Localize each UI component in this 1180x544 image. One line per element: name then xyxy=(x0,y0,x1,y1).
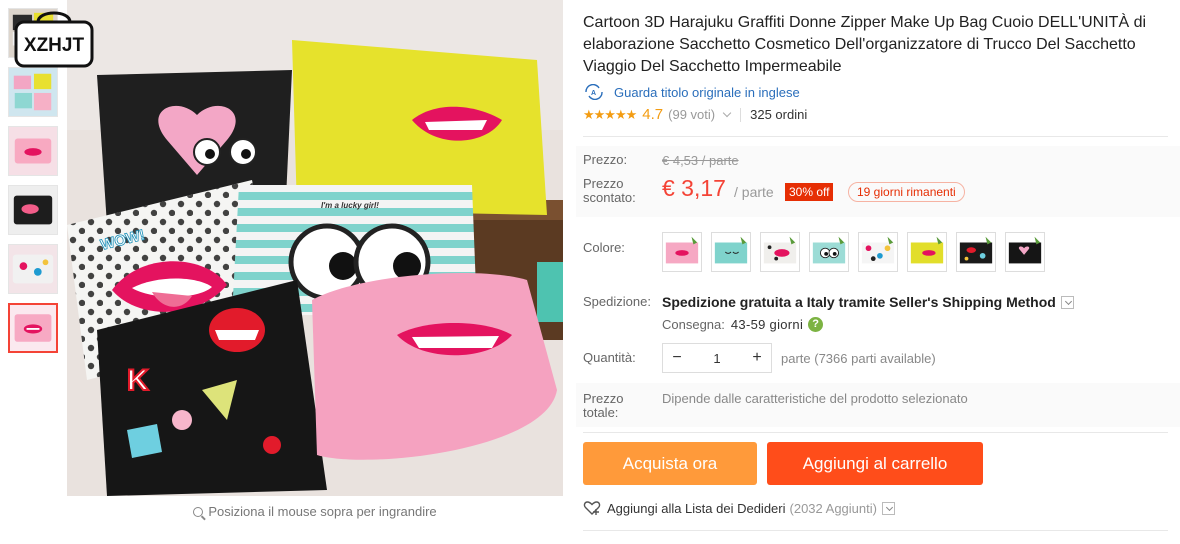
quantity-stepper: − + xyxy=(662,343,772,373)
votes-count[interactable]: (99 voti) xyxy=(668,107,715,122)
svg-text:K: K xyxy=(127,364,149,397)
color-swatch-7[interactable] xyxy=(956,232,996,272)
translate-icon: A xyxy=(583,83,605,101)
rating-value: 4.7 xyxy=(642,106,664,123)
delivery-info: Consegna: 43-59 giorni ? xyxy=(662,317,824,332)
thumbnail-4[interactable] xyxy=(8,185,58,235)
product-info: Cartoon 3D Harajuku Graffiti Donne Zippe… xyxy=(583,12,1168,123)
thumbnail-3[interactable] xyxy=(8,126,58,176)
divider xyxy=(583,530,1168,531)
zoom-hint-text: Posiziona il mouse sopra per ingrandire xyxy=(208,504,437,519)
per-part-unit: / parte xyxy=(734,184,774,200)
discount-price-label-1: Prezzo xyxy=(583,176,624,191)
discounted-price: € 3,17 xyxy=(662,175,726,201)
original-title-text: Guarda titolo originale in inglese xyxy=(614,84,800,100)
svg-text:A: A xyxy=(591,90,596,97)
color-swatch-5[interactable] xyxy=(858,232,898,272)
help-icon[interactable]: ? xyxy=(808,317,824,332)
shipping-dropdown-icon[interactable] xyxy=(1060,295,1074,309)
thumbnail-5[interactable] xyxy=(8,244,58,294)
color-label: Colore: xyxy=(583,240,625,255)
main-product-image[interactable]: WOW! I'm a lucky girl! K xyxy=(67,0,563,496)
discount-badge: 30% off xyxy=(785,183,834,201)
days-left-badge: 19 giorni rimanenti xyxy=(848,182,965,202)
star-rating-icon: ★★★★★ xyxy=(583,106,637,122)
divider xyxy=(583,136,1168,137)
buy-now-button[interactable]: Acquista ora xyxy=(583,442,757,485)
quantity-plus-button[interactable]: + xyxy=(743,344,771,372)
color-swatch-2[interactable] xyxy=(711,232,751,272)
magnifier-icon xyxy=(193,507,204,517)
chevron-down-icon[interactable] xyxy=(722,108,732,118)
zoom-hint: Posiziona il mouse sopra per ingrandire xyxy=(67,504,563,519)
wishlist-text: Aggiungi alla Lista dei Dedideri xyxy=(607,500,786,516)
quantity-label: Quantità: xyxy=(583,350,636,365)
shipping-method: Spedizione gratuita a Italy tramite Sell… xyxy=(662,294,1074,310)
original-title-link[interactable]: A Guarda titolo originale in inglese xyxy=(583,83,1168,101)
shipping-method-text: Spedizione gratuita a Italy tramite Sell… xyxy=(662,294,1056,310)
orders-count: 325 ordini xyxy=(750,107,808,122)
quantity-available: parte (7366 parti available) xyxy=(781,351,936,366)
total-value: Dipende dalle caratteristiche del prodot… xyxy=(662,391,968,406)
svg-text:XZHJT: XZHJT xyxy=(24,35,85,56)
brand-logo: XZHJT xyxy=(12,6,96,72)
delivery-days: 43-59 giorni xyxy=(730,317,804,332)
product-title: Cartoon 3D Harajuku Graffiti Donne Zippe… xyxy=(583,14,1147,75)
color-swatch-4[interactable] xyxy=(809,232,849,272)
thumbnail-6[interactable] xyxy=(8,303,58,353)
color-swatches xyxy=(662,232,1054,272)
wishlist-link[interactable]: Aggiungi alla Lista dei Dedideri (2032 A… xyxy=(583,500,895,516)
separator xyxy=(740,107,742,122)
price-label: Prezzo: xyxy=(583,152,628,167)
color-swatch-1[interactable] xyxy=(662,232,702,272)
quantity-input[interactable] xyxy=(691,350,743,366)
shipping-label: Spedizione: xyxy=(583,294,651,309)
total-label-2: totale: xyxy=(583,405,619,420)
heart-icon xyxy=(583,501,601,515)
thumbnail-2[interactable] xyxy=(8,67,58,117)
divider xyxy=(583,432,1168,433)
add-to-cart-button[interactable]: Aggiungi al carrello xyxy=(767,442,983,485)
color-swatch-3[interactable] xyxy=(760,232,800,272)
wishlist-count: (2032 Aggiunti) xyxy=(789,500,877,516)
total-label-1: Prezzo xyxy=(583,391,624,406)
color-swatch-8[interactable] xyxy=(1005,232,1045,272)
svg-text:I'm a lucky girl!: I'm a lucky girl! xyxy=(321,201,379,210)
discount-price-label-2: scontato: xyxy=(583,190,636,205)
old-price: € 4,53 / parte xyxy=(662,153,739,168)
rating-row: ★★★★★ 4.7 (99 voti) 325 ordini xyxy=(583,106,1168,123)
quantity-minus-button[interactable]: − xyxy=(663,344,691,372)
wishlist-dropdown-icon[interactable] xyxy=(881,501,895,515)
delivery-label: Consegna: xyxy=(662,317,725,332)
color-swatch-6[interactable] xyxy=(907,232,947,272)
